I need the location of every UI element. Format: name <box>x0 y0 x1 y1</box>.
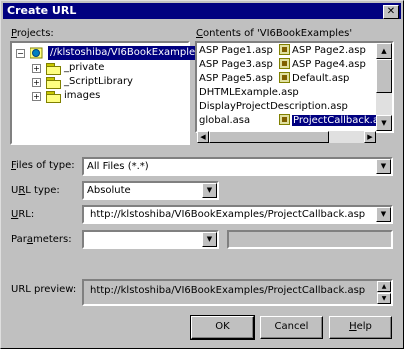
chevron-down-icon[interactable]: ▼ <box>376 159 391 174</box>
url-preview-label: URL preview: <box>11 284 77 295</box>
list-item[interactable]: ASP Page4.asp <box>279 58 366 71</box>
list-item[interactable]: global.asa <box>199 114 250 127</box>
expand-icon[interactable]: + <box>32 78 41 87</box>
url-type-select[interactable]: Absolute ▼ <box>82 181 219 200</box>
expand-icon[interactable]: + <box>32 64 41 73</box>
folder-icon <box>46 77 61 89</box>
asp-file-icon <box>279 72 290 83</box>
files-of-type-select[interactable]: All Files (*.*) ▼ <box>82 157 393 176</box>
url-preview-value: http://klstoshiba/VI6BookExamples/Projec… <box>90 285 366 296</box>
parameters-label: Parameters: <box>11 234 72 245</box>
list-item[interactable]: ASP Page1.asp <box>199 44 273 57</box>
help-button[interactable]: Help <box>329 316 392 339</box>
contents-scrollbar[interactable]: ▲ ▼ <box>376 43 392 131</box>
projects-label: Projects: <box>11 28 54 39</box>
list-item[interactable]: ASP Page2.asp <box>279 44 366 57</box>
files-of-type-value: All Files (*.*) <box>87 161 149 172</box>
scroll-left-icon[interactable]: ◀ <box>197 131 209 143</box>
scroll-up-icon[interactable]: ▲ <box>377 281 391 292</box>
parameters-extra-field <box>227 230 393 249</box>
list-item[interactable]: DisplayProjectDescription.asp <box>199 100 348 113</box>
scroll-up-icon[interactable]: ▲ <box>376 43 392 59</box>
ok-button[interactable]: OK <box>190 315 255 340</box>
title-bar[interactable]: Create URL ✕ <box>3 3 401 19</box>
tree-item-label: _ScriptLibrary <box>64 76 133 87</box>
url-type-value: Absolute <box>87 185 131 196</box>
list-item[interactable]: ASP Page3.asp <box>199 58 273 71</box>
list-item[interactable]: Default.asp <box>279 72 349 85</box>
asp-file-icon <box>279 58 290 69</box>
scroll-thumb[interactable] <box>376 59 392 93</box>
folder-icon <box>46 91 61 103</box>
projects-tree[interactable]: − //klstoshiba/VI6BookExamples + _privat… <box>10 41 203 145</box>
files-of-type-label: Files of type: <box>11 160 75 171</box>
preview-scrollbar[interactable]: ▲ ▼ <box>377 281 391 304</box>
chevron-down-icon[interactable]: ▼ <box>202 232 217 247</box>
asp-file-icon <box>279 44 290 55</box>
chevron-down-icon[interactable]: ▼ <box>202 183 217 198</box>
url-preview-box: http://klstoshiba/VI6BookExamples/Projec… <box>82 279 393 306</box>
hscroll-thumb[interactable] <box>209 131 329 143</box>
contents-list[interactable]: ASP Page1.asp ASP Page3.asp ASP Page5.as… <box>195 41 394 133</box>
url-label: URL: <box>11 209 35 220</box>
close-icon[interactable]: ✕ <box>383 5 399 19</box>
scroll-down-icon[interactable]: ▼ <box>377 293 391 304</box>
scroll-right-icon[interactable]: ▶ <box>364 131 376 143</box>
tree-root-label: //klstoshiba/VI6BookExamples <box>48 46 203 60</box>
list-item[interactable]: ASP Page5.asp <box>199 72 273 85</box>
contents-label: Contents of 'VI6BookExamples' <box>196 28 353 39</box>
tree-item-label: _private <box>64 62 105 73</box>
collapse-icon[interactable]: − <box>16 49 25 58</box>
tree-item-label: images <box>64 90 101 101</box>
list-item-selected[interactable]: ProjectCallback.asp <box>279 114 392 127</box>
contents-hscrollbar[interactable]: ◀ ▶ <box>197 131 376 143</box>
asp-file-icon <box>279 114 290 125</box>
cancel-button[interactable]: Cancel <box>260 316 323 339</box>
dialog-title: Create URL <box>7 4 77 17</box>
web-project-icon <box>29 47 43 59</box>
url-select[interactable]: http://klstoshiba/VI6BookExamples/Projec… <box>82 205 393 224</box>
parameters-select[interactable]: ▼ <box>82 230 219 249</box>
chevron-down-icon[interactable]: ▼ <box>376 207 391 222</box>
list-item[interactable]: DHTMLExample.asp <box>199 86 299 99</box>
create-url-dialog: Create URL ✕ Projects: Contents of 'VI6B… <box>0 0 404 349</box>
scroll-down-icon[interactable]: ▼ <box>376 115 392 131</box>
folder-icon <box>46 63 61 75</box>
url-type-label: URL type: <box>11 185 60 196</box>
url-value: http://klstoshiba/VI6BookExamples/Projec… <box>90 209 366 220</box>
expand-icon[interactable]: + <box>32 92 41 101</box>
